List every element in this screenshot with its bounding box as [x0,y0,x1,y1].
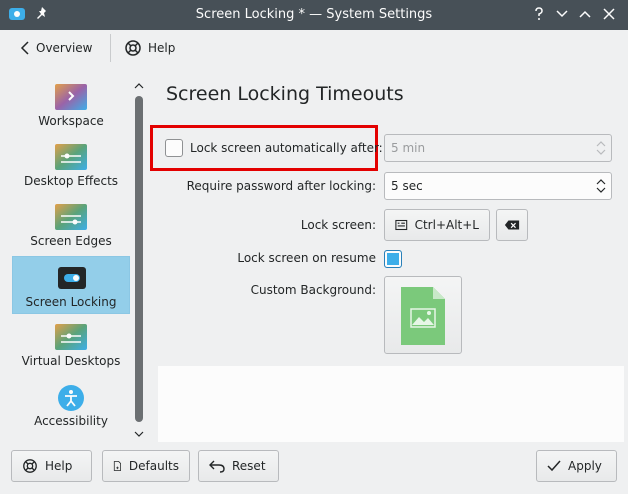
lock-auto-row: Lock screen automatically after: [165,139,383,157]
checkmark-icon [547,460,561,472]
scroll-up-icon[interactable] [134,82,144,90]
reset-button[interactable]: Reset [198,450,279,482]
password-delay-spinbox[interactable]: 5 sec [384,172,612,200]
clear-shortcut-button[interactable] [496,209,528,241]
maximize-icon[interactable] [576,5,594,23]
sidebar-item-label: Workspace [38,114,104,128]
page-title: Screen Locking Timeouts [166,83,404,105]
sidebar-item-label: Desktop Effects [23,174,119,188]
sidebar-item-virtual-desktops[interactable]: Virtual Desktops [12,316,130,374]
scroll-thumb[interactable] [135,96,143,422]
workspace-icon [55,84,87,112]
accessibility-icon [55,384,87,412]
sidebar-item-label: Screen Locking [25,295,117,309]
custom-background-label: Custom Background: [250,283,376,297]
help-button[interactable]: Help [11,450,92,482]
reset-label: Reset [232,459,266,473]
lock-on-resume-checkbox[interactable] [384,250,402,268]
minimize-icon[interactable] [553,5,571,23]
toolbar-separator [110,34,111,62]
overview-button[interactable]: Overview [12,34,101,62]
apply-button[interactable]: Apply [536,450,617,482]
sidebar: Workspace Desktop Effects Screen Edges S… [0,72,150,442]
spin-arrows-icon[interactable] [596,177,606,195]
password-delay-value: 5 sec [391,179,423,193]
help-label: Help [45,459,73,473]
lock-auto-label: Lock screen automatically after: [190,141,383,155]
shortcut-value: Ctrl+Alt+L [414,218,479,232]
title-bar: Screen Locking * — System Settings [0,0,628,30]
defaults-label: Defaults [128,459,179,473]
sidebar-item-accessibility[interactable]: Accessibility [12,376,130,434]
content-area [158,366,624,442]
sidebar-scrollbar[interactable] [132,76,146,442]
sidebar-item-label: Accessibility [34,414,108,428]
main-panel: Screen Locking Timeouts Lock screen auto… [150,72,628,444]
undo-icon [209,460,225,473]
spin-arrows-icon[interactable] [596,139,606,157]
defaults-document-icon [113,461,122,471]
sidebar-item-screen-edges[interactable]: Screen Edges [12,196,130,254]
sidebar-item-desktop-effects[interactable]: Desktop Effects [12,136,130,194]
clear-icon [504,220,520,230]
toolbar-help-button[interactable]: Help [116,34,183,62]
lock-on-resume-label: Lock screen on resume [237,251,376,265]
desktop-effects-icon [55,144,87,172]
scroll-down-icon[interactable] [134,430,144,438]
lock-timeout-value: 5 min [391,141,426,155]
sidebar-item-label: Screen Edges [30,234,112,248]
custom-background-button[interactable] [384,276,462,354]
overview-label: Overview [36,41,93,55]
virtual-desktops-icon [55,324,87,352]
image-file-icon [401,287,445,345]
shortcut-button[interactable]: Ctrl+Alt+L [384,209,490,241]
sidebar-item-label: Virtual Desktops [21,354,121,368]
apply-label: Apply [568,459,602,473]
lock-timeout-spinbox[interactable]: 5 min [384,134,612,162]
toolbar: Overview Help [0,30,628,66]
help-lifebuoy-icon [125,40,141,56]
lock-auto-checkbox[interactable] [165,139,183,157]
screen-locking-icon [56,265,88,293]
back-chevron-icon [20,41,29,55]
require-password-label: Require password after locking: [186,179,376,193]
sidebar-item-screen-locking[interactable]: Screen Locking [12,256,130,314]
lock-screen-label: Lock screen: [300,218,376,232]
sidebar-item-workspace[interactable]: Workspace [12,76,130,134]
screen-edges-icon [55,204,87,232]
help-titlebar-icon[interactable] [530,5,548,23]
defaults-button[interactable]: Defaults [102,450,190,482]
help-lifebuoy-icon [23,459,37,473]
footer: Help Defaults Reset Apply [0,444,628,494]
close-icon[interactable] [600,5,618,23]
keyboard-shortcut-icon [395,219,408,231]
toolbar-help-label: Help [148,41,176,55]
